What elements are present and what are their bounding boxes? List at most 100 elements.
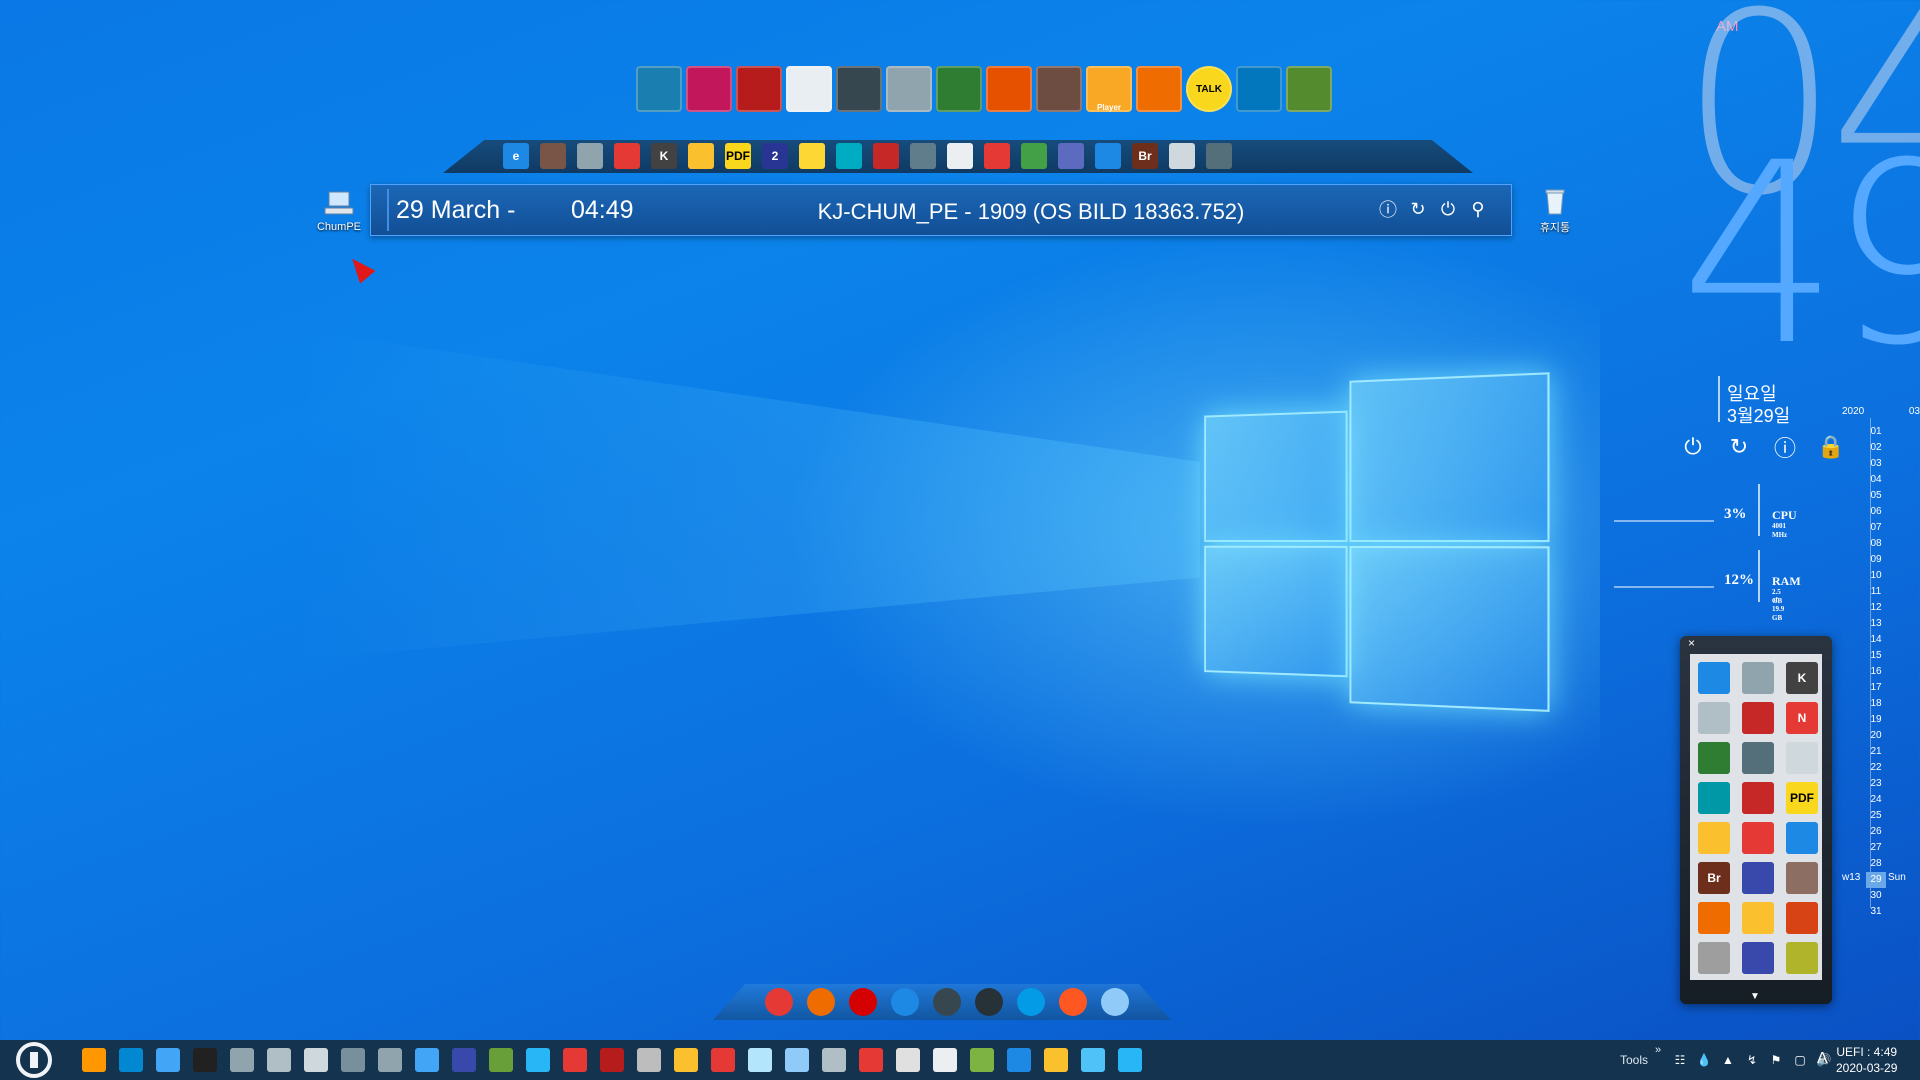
calendar-day[interactable]: 10	[1866, 568, 1886, 584]
backup-icon[interactable]	[986, 66, 1032, 112]
info-icon[interactable]: ⓘ	[1772, 434, 1798, 461]
search-icon[interactable]	[1698, 902, 1730, 934]
calendar-day[interactable]: 18	[1866, 696, 1886, 712]
wrench-icon[interactable]: ⚲	[1467, 198, 1489, 220]
triangle-icon[interactable]	[1698, 782, 1730, 814]
anydesk-icon[interactable]	[1742, 822, 1774, 854]
calendar-day[interactable]: 25	[1866, 808, 1886, 824]
calendar-day[interactable]: 17	[1866, 680, 1886, 696]
windows-icon[interactable]	[415, 1048, 439, 1072]
calendar-day[interactable]: 13	[1866, 616, 1886, 632]
network-tray-icon[interactable]: ☷	[1672, 1052, 1688, 1068]
install-icon[interactable]	[1698, 702, 1730, 734]
floppy-icon[interactable]	[1058, 143, 1084, 169]
drive-icon[interactable]	[1786, 742, 1818, 774]
restore-icon[interactable]	[910, 143, 936, 169]
eraser-icon[interactable]	[304, 1048, 328, 1072]
lock-icon[interactable]: 🔒	[1817, 434, 1844, 460]
backup-icon[interactable]	[563, 1048, 587, 1072]
calendar-day[interactable]: 29	[1866, 872, 1886, 888]
disk-image-icon[interactable]	[886, 66, 932, 112]
floppy-icon[interactable]	[1742, 942, 1774, 974]
photo-icon[interactable]	[489, 1048, 513, 1072]
install-icon[interactable]	[1169, 143, 1195, 169]
network-icon[interactable]: N	[1786, 702, 1818, 734]
calendar-day[interactable]: 04	[1866, 472, 1886, 488]
bridge-icon[interactable]: Br	[1132, 143, 1158, 169]
calendar-day[interactable]: 26	[1866, 824, 1886, 840]
anydesk-icon[interactable]	[859, 1048, 883, 1072]
calendar-day[interactable]: 02	[1866, 440, 1886, 456]
key-icon[interactable]	[674, 1048, 698, 1072]
calendar-day[interactable]: 24	[1866, 792, 1886, 808]
k-icon[interactable]: K	[651, 143, 677, 169]
calendar-day[interactable]: 27	[1866, 840, 1886, 856]
aperture-icon[interactable]	[1236, 66, 1282, 112]
calendar-day[interactable]: 14	[1866, 632, 1886, 648]
r-icon[interactable]	[600, 1048, 624, 1072]
monitor-icon[interactable]	[636, 66, 682, 112]
gears-icon[interactable]	[1786, 822, 1818, 854]
pdf-icon[interactable]: PDF	[725, 143, 751, 169]
two-icon[interactable]: 2	[762, 143, 788, 169]
monitor-tools-icon[interactable]	[1742, 862, 1774, 894]
drives-icon[interactable]	[1742, 662, 1774, 694]
desktop-recycle-bin[interactable]: 휴지통	[1520, 188, 1590, 235]
bomb-icon[interactable]	[975, 988, 1003, 1016]
firefox-icon[interactable]	[807, 988, 835, 1016]
calendar-day[interactable]: 30	[1866, 888, 1886, 904]
calendar-day[interactable]: 09	[1866, 552, 1886, 568]
map-icon[interactable]	[970, 1048, 994, 1072]
launcher-scroll-down-icon[interactable]: ▼	[1750, 991, 1760, 1002]
battery-icon[interactable]	[748, 1048, 772, 1072]
calendar-day[interactable]: 16	[1866, 664, 1886, 680]
calendar-day[interactable]: 07	[1866, 520, 1886, 536]
power-icon[interactable]: ⏻	[1680, 434, 1706, 460]
drive-icon[interactable]	[947, 143, 973, 169]
partition-icon[interactable]	[786, 66, 832, 112]
document-icon[interactable]	[933, 1048, 957, 1072]
calendar-day[interactable]: 05	[1866, 488, 1886, 504]
package-icon[interactable]	[1118, 1048, 1142, 1072]
edge-icon[interactable]	[1017, 988, 1045, 1016]
windows-logo-icon[interactable]	[526, 1048, 550, 1072]
notepad-icon[interactable]	[1036, 66, 1082, 112]
power-icon[interactable]	[82, 1048, 106, 1072]
unlock-icon[interactable]	[540, 143, 566, 169]
ssd-icon[interactable]	[1698, 742, 1730, 774]
ie-icon[interactable]	[1007, 1048, 1031, 1072]
computer-icon[interactable]	[341, 1048, 365, 1072]
shutdown-icon[interactable]: ⓘ	[1377, 198, 1399, 220]
anydesk-icon[interactable]	[984, 143, 1010, 169]
cloud-icon[interactable]	[896, 1048, 920, 1072]
cd-icon[interactable]	[799, 143, 825, 169]
input-method-indicator[interactable]: A	[1817, 1050, 1828, 1068]
talk-icon[interactable]: TALK	[1186, 66, 1232, 112]
wrench-icon[interactable]	[637, 1048, 661, 1072]
firefox-icon[interactable]	[1136, 66, 1182, 112]
gears-icon[interactable]	[1095, 143, 1121, 169]
brave-icon[interactable]	[1059, 988, 1087, 1016]
ssd-icon[interactable]	[1021, 143, 1047, 169]
puzzle-icon[interactable]	[1786, 942, 1818, 974]
calendar-day[interactable]: 03	[1866, 456, 1886, 472]
calendar-day[interactable]: 12	[1866, 600, 1886, 616]
sync-icon[interactable]	[936, 66, 982, 112]
start-button[interactable]	[16, 1042, 52, 1078]
network-icon[interactable]	[156, 1048, 180, 1072]
calendar-day[interactable]: 28	[1866, 856, 1886, 872]
shop-icon[interactable]	[1742, 702, 1774, 734]
keyboard-icon[interactable]	[836, 66, 882, 112]
note-icon[interactable]	[822, 1048, 846, 1072]
chrome-icon[interactable]	[614, 143, 640, 169]
network-share-icon[interactable]	[1081, 1048, 1105, 1072]
monitor-icon[interactable]	[230, 1048, 254, 1072]
shield-tray-icon[interactable]: ▲	[1720, 1052, 1736, 1068]
calendar-day[interactable]: 11	[1866, 584, 1886, 600]
calendar-day[interactable]: 01	[1866, 424, 1886, 440]
usb-tray-icon[interactable]: ↯	[1744, 1052, 1760, 1068]
player-icon[interactable]: Player	[1086, 66, 1132, 112]
calendar-day[interactable]: 31	[1866, 904, 1886, 920]
restore-icon[interactable]	[1742, 742, 1774, 774]
package-icon[interactable]	[1786, 902, 1818, 934]
